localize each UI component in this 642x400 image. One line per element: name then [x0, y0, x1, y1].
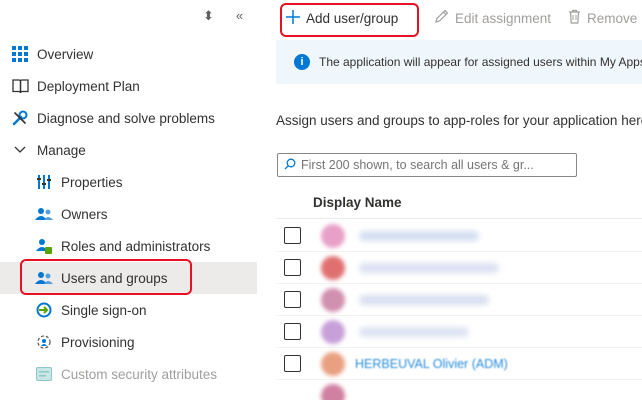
- add-user-group-label: Add user/group: [306, 10, 399, 26]
- table-row[interactable]: [276, 220, 642, 252]
- book-icon: [11, 77, 29, 95]
- sidebar-item-properties[interactable]: Properties: [0, 166, 257, 198]
- sidebar-item-diagnose[interactable]: Diagnose and solve problems: [0, 102, 257, 134]
- row-checkbox[interactable]: [284, 227, 301, 244]
- table-row[interactable]: [276, 380, 642, 400]
- chevron-down-icon: [11, 141, 29, 159]
- avatar: [321, 351, 345, 376]
- pencil-icon: [434, 9, 449, 27]
- search-input[interactable]: [301, 158, 571, 172]
- sidebar-item-deployment-plan[interactable]: Deployment Plan: [0, 70, 257, 102]
- remove-label: Remove: [587, 10, 638, 26]
- sidebar-controls: ⬍ «: [203, 8, 243, 24]
- sidebar-item-label: Properties: [61, 174, 123, 190]
- avatar: [321, 319, 345, 344]
- remove-button[interactable]: Remove: [568, 4, 637, 32]
- avatar: [321, 223, 345, 248]
- row-checkbox[interactable]: [284, 259, 301, 276]
- collapse-sidebar-icon[interactable]: «: [236, 8, 243, 24]
- sidebar-item-custom-security-attributes[interactable]: Custom security attributes: [0, 358, 257, 390]
- row-checkbox[interactable]: [284, 323, 301, 340]
- avatar: [321, 287, 345, 312]
- table-row[interactable]: HERBEUVAL Olivier (ADM): [276, 348, 642, 380]
- sidebar-item-roles[interactable]: Roles and administrators: [0, 230, 257, 262]
- grid-icon: [11, 45, 29, 63]
- info-icon: i: [294, 54, 310, 70]
- sidebar-item-label: Overview: [37, 46, 94, 62]
- sidebar-item-label: Roles and administrators: [61, 238, 211, 254]
- security-attributes-icon: [35, 365, 53, 383]
- edit-assignment-button[interactable]: Edit assignment: [434, 4, 551, 32]
- properties-icon: [35, 173, 53, 191]
- sidebar-item-label: Manage: [37, 142, 86, 158]
- column-header-display-name[interactable]: Display Name: [313, 195, 402, 210]
- plus-icon: [286, 9, 300, 27]
- provisioning-icon: [35, 333, 53, 351]
- sidebar-item-label: Provisioning: [61, 334, 135, 350]
- expand-collapse-icon[interactable]: ⬍: [203, 8, 214, 24]
- users-icon: [35, 269, 53, 287]
- sidebar-item-users-and-groups[interactable]: Users and groups: [0, 262, 257, 294]
- sidebar-item-provisioning[interactable]: Provisioning: [0, 326, 257, 358]
- trash-icon: [568, 9, 581, 27]
- display-name-blurred: [359, 230, 479, 241]
- avatar: [321, 383, 345, 400]
- table-row[interactable]: [276, 316, 642, 348]
- avatar: [321, 255, 345, 280]
- sidebar-item-owners[interactable]: Owners: [0, 198, 257, 230]
- command-bar: Add user/group Edit assignment Remove: [268, 0, 642, 36]
- sidebar-item-single-sign-on[interactable]: Single sign-on: [0, 294, 257, 326]
- sidebar-item-label: Users and groups: [61, 270, 168, 286]
- users-icon: [35, 205, 53, 223]
- page-description: Assign users and groups to app-roles for…: [276, 113, 642, 128]
- info-banner-text: The application will appear for assigned…: [319, 55, 642, 69]
- sidebar-item-label: Deployment Plan: [37, 78, 140, 94]
- sidebar-item-label: Owners: [61, 206, 108, 222]
- wrench-icon: [11, 109, 29, 127]
- header-divider: [276, 218, 642, 219]
- sidebar-item-overview[interactable]: Overview: [0, 38, 257, 70]
- add-user-group-button[interactable]: Add user/group: [286, 4, 398, 32]
- display-name-blurred: [359, 294, 489, 305]
- display-name-blurred: [359, 326, 469, 337]
- row-checkbox[interactable]: [284, 291, 301, 308]
- sidebar-item-label: Diagnose and solve problems: [37, 110, 215, 126]
- row-checkbox[interactable]: [284, 355, 301, 372]
- sidebar-group-manage[interactable]: Manage: [0, 134, 257, 166]
- display-name-blurred: [359, 262, 499, 273]
- edit-assignment-label: Edit assignment: [455, 10, 552, 26]
- search-icon: [284, 158, 296, 173]
- display-name: HERBEUVAL Olivier (ADM): [355, 356, 508, 371]
- sidebar-nav: ⬍ « Overview Deployment Plan Diagnose an…: [0, 0, 257, 400]
- table-row[interactable]: [276, 284, 642, 316]
- sidebar-item-label: Single sign-on: [61, 302, 147, 318]
- search-box[interactable]: [277, 153, 577, 177]
- sidebar-item-label: Custom security attributes: [61, 366, 218, 382]
- admin-user-icon: [35, 237, 53, 255]
- table-row[interactable]: [276, 252, 642, 284]
- sign-on-icon: [35, 301, 53, 319]
- info-banner: i The application will appear for assign…: [276, 40, 642, 84]
- main-content: Add user/group Edit assignment Remove i …: [268, 0, 642, 400]
